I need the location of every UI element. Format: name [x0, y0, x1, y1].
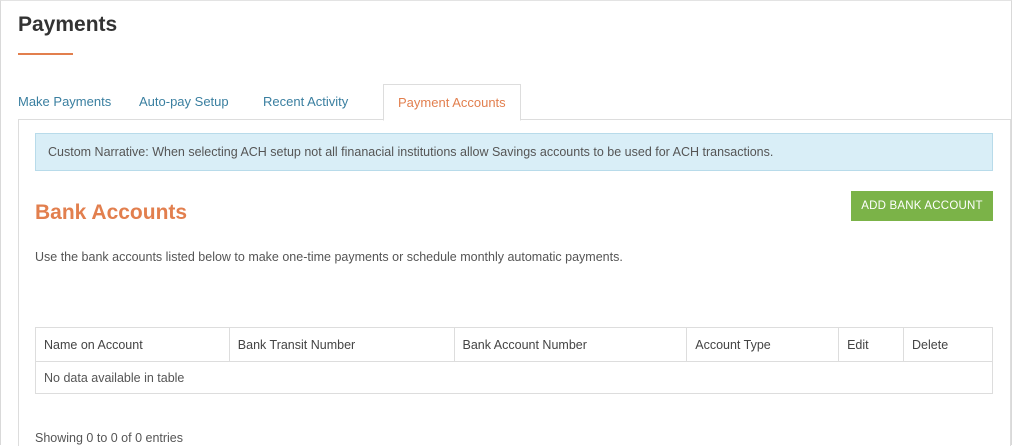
- table-header-row: Name on Account Bank Transit Number Bank…: [35, 327, 993, 362]
- column-header-bank-account-number[interactable]: Bank Account Number: [453, 327, 688, 362]
- page-frame: Payments Make Payments Auto-pay Setup Re…: [0, 0, 1012, 446]
- column-header-edit: Edit: [838, 327, 905, 362]
- payment-accounts-panel: Custom Narrative: When selecting ACH set…: [18, 119, 1011, 446]
- tab-recent-activity[interactable]: Recent Activity: [263, 84, 348, 120]
- column-header-account-type[interactable]: Account Type: [686, 327, 840, 362]
- empty-table-message: No data available in table: [35, 361, 993, 394]
- tab-bar: Make Payments Auto-pay Setup Recent Acti…: [18, 84, 1011, 121]
- tab-auto-pay-setup[interactable]: Auto-pay Setup: [139, 84, 229, 120]
- tab-payment-accounts[interactable]: Payment Accounts: [383, 84, 521, 121]
- column-header-name-on-account[interactable]: Name on Account: [35, 327, 230, 362]
- bank-accounts-table: Name on Account Bank Transit Number Bank…: [35, 327, 993, 394]
- info-alert: Custom Narrative: When selecting ACH set…: [35, 133, 993, 171]
- add-bank-account-button[interactable]: ADD BANK ACCOUNT: [851, 191, 993, 221]
- column-header-delete: Delete: [903, 327, 993, 362]
- title-underline: [18, 53, 73, 55]
- page-title: Payments: [18, 13, 118, 36]
- table-row: No data available in table: [35, 361, 993, 394]
- section-title: Bank Accounts: [35, 201, 188, 224]
- column-header-bank-transit-number[interactable]: Bank Transit Number: [228, 327, 455, 362]
- section-description: Use the bank accounts listed below to ma…: [35, 250, 623, 264]
- tab-make-payments[interactable]: Make Payments: [18, 84, 111, 120]
- table-entries-info: Showing 0 to 0 of 0 entries: [35, 431, 184, 445]
